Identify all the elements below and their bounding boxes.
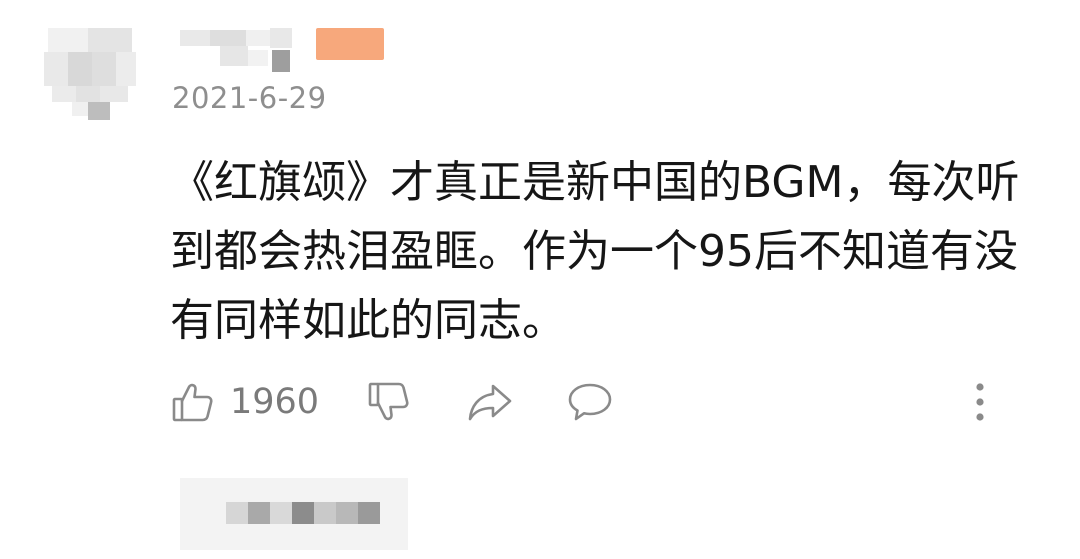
share-arrow-icon <box>466 379 514 425</box>
comment-line-3: 有同样如此的同志。 <box>170 295 566 346</box>
reply-preview[interactable] <box>180 478 408 550</box>
thumbs-up-icon <box>170 379 216 425</box>
comment-date: 2021-6-29 <box>172 81 327 115</box>
thumbs-down-icon <box>366 379 412 425</box>
dislike-button[interactable] <box>366 372 412 432</box>
comment-line-1: 《红旗颂》才真正是新中国的BGM，每次听 <box>170 157 1020 208</box>
more-options-button[interactable] <box>960 372 1000 432</box>
username[interactable] <box>180 26 390 76</box>
user-level-badge <box>316 28 384 60</box>
comment-line-2: 到都会热泪盈眶。作为一个95后不知道有没 <box>170 226 1018 277</box>
like-count: 1960 <box>230 382 320 422</box>
vertical-dots-icon <box>974 380 986 424</box>
user-avatar[interactable] <box>44 28 136 120</box>
comment-text: 《红旗颂》才真正是新中国的BGM，每次听 到都会热泪盈眶。作为一个95后不知道有没… <box>170 148 1050 355</box>
like-button[interactable]: 1960 <box>170 372 319 432</box>
comment-actions: 1960 <box>170 372 1020 432</box>
speech-bubble-icon <box>566 379 614 425</box>
share-button[interactable] <box>466 372 514 432</box>
reply-button[interactable] <box>566 372 614 432</box>
